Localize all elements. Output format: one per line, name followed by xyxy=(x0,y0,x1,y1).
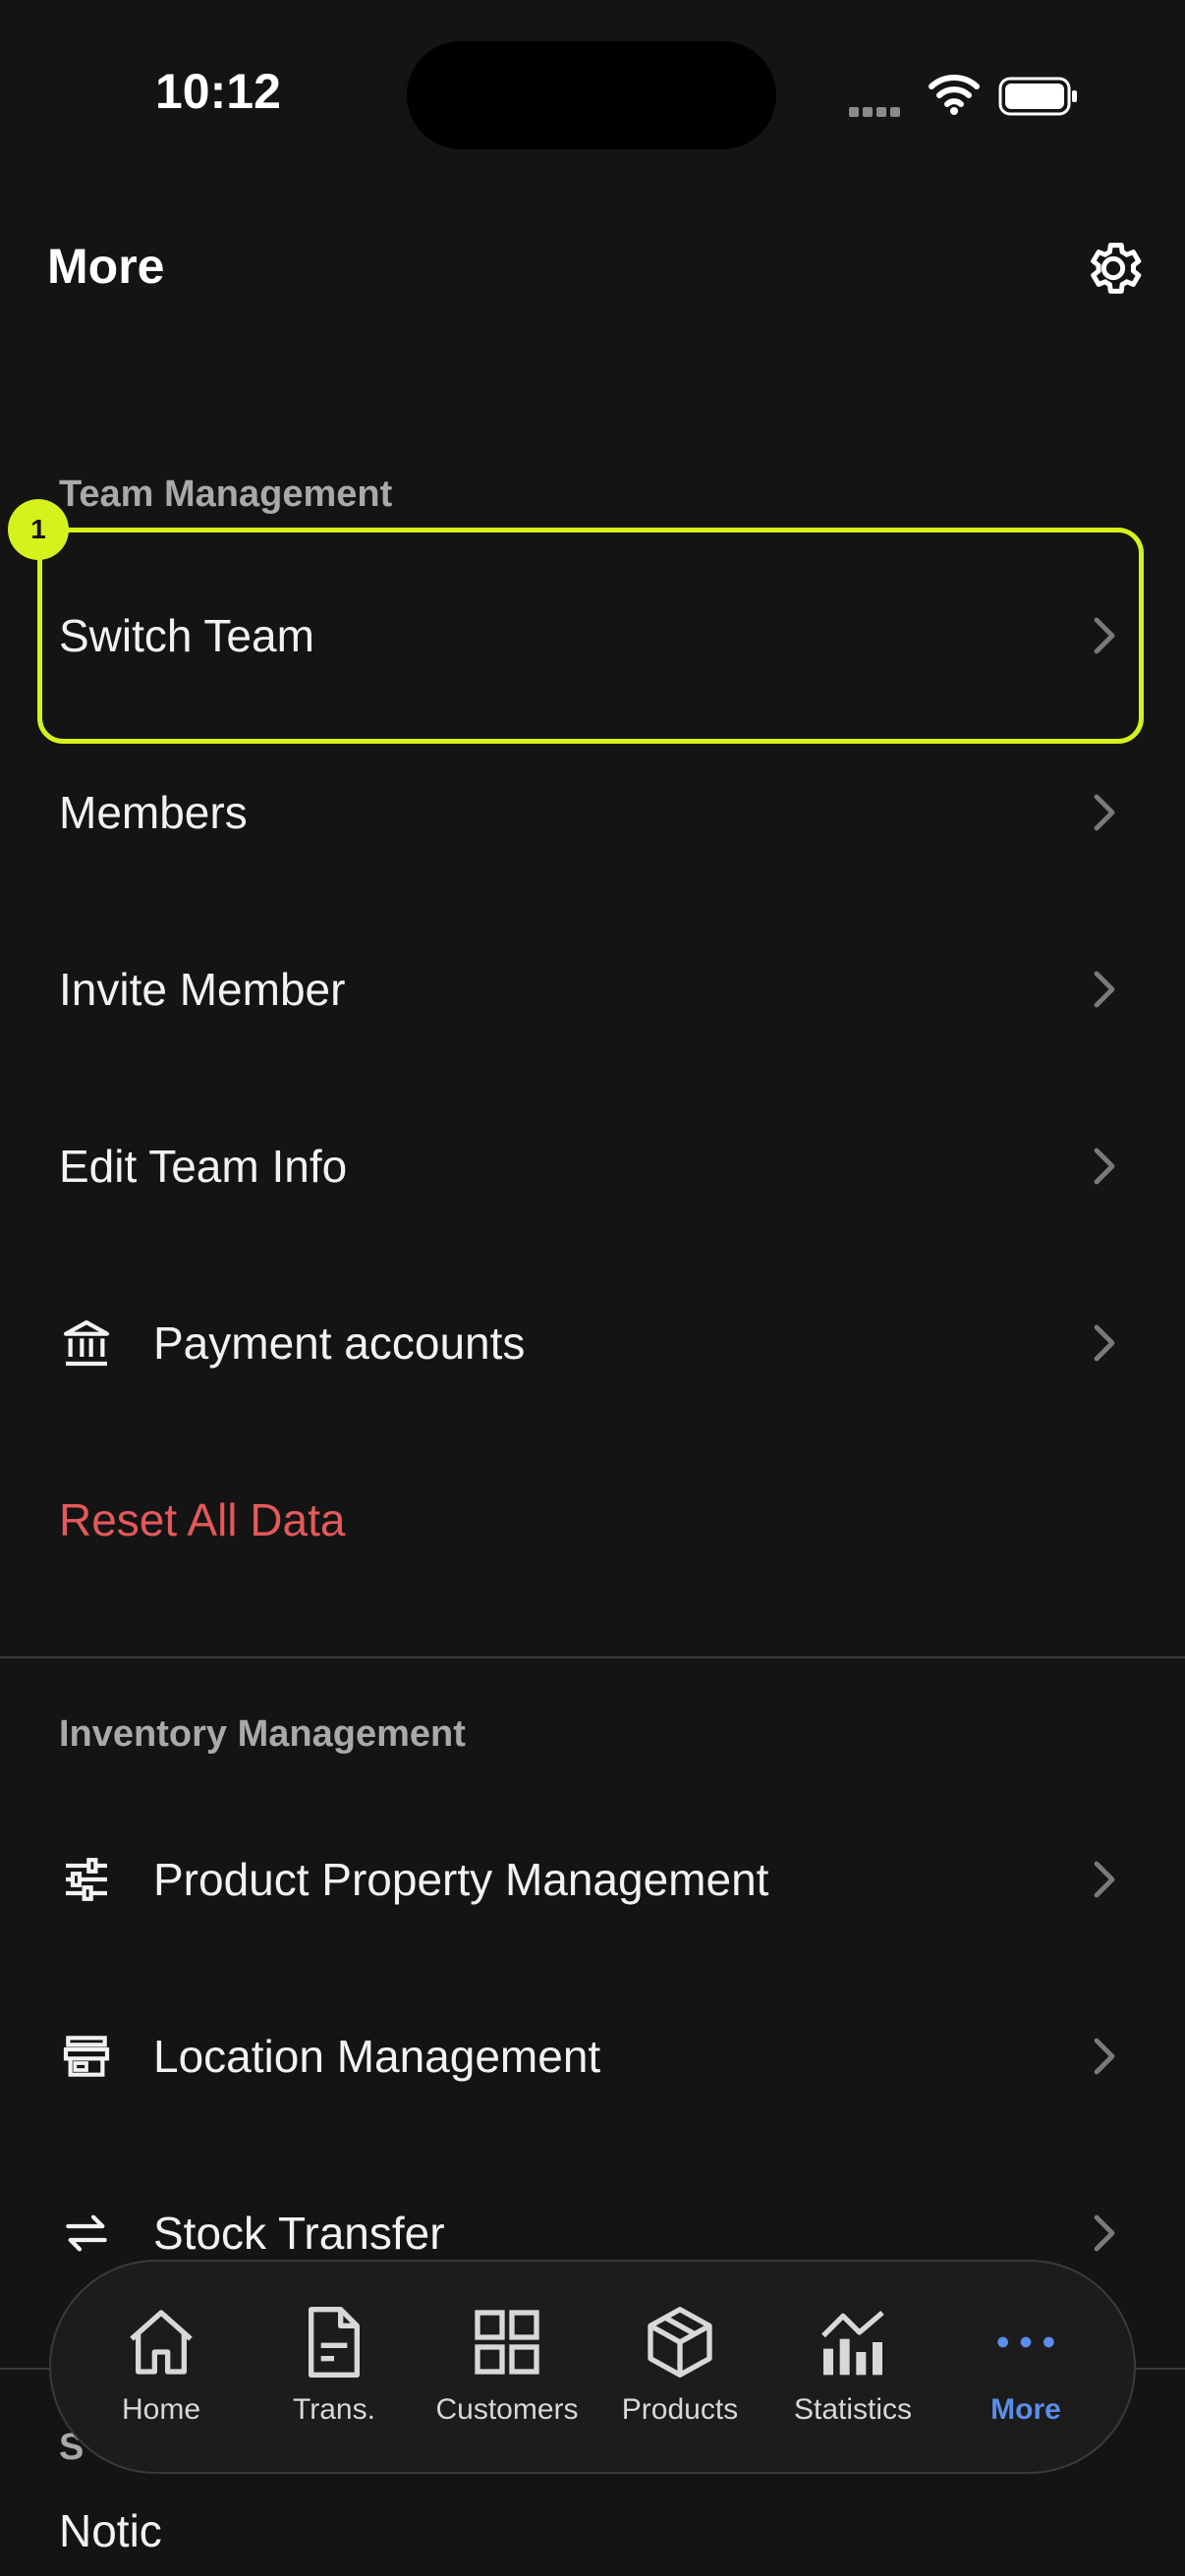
status-time: 10:12 xyxy=(155,64,281,119)
menu-item-label: Payment accounts xyxy=(153,1317,526,1369)
wifi-icon xyxy=(929,75,980,115)
menu-item-product-property-management[interactable]: Product Property Management xyxy=(0,1791,1185,1968)
menu-item-label: Stock Transfer xyxy=(153,2208,445,2259)
sliders-icon xyxy=(66,1858,107,1901)
menu-item-members[interactable]: Members xyxy=(0,724,1185,901)
transfer-arrows-icon xyxy=(66,2214,107,2252)
menu-item-label: Reset All Data xyxy=(59,1494,346,1545)
tab-statistics[interactable]: Statistics xyxy=(766,2262,939,2472)
section-title-team-management: Team Management xyxy=(59,474,393,515)
home-icon xyxy=(130,2310,193,2375)
chevron-right-icon xyxy=(1094,1324,1115,1362)
menu-item-label: Edit Team Info xyxy=(59,1141,348,1192)
menu-item-label: Switch Team xyxy=(59,610,314,661)
chevron-right-icon xyxy=(1094,2038,1115,2075)
dynamic-island xyxy=(407,41,776,149)
menu-item-location-management[interactable]: Location Management xyxy=(0,1968,1185,2145)
more-dots-icon xyxy=(997,2336,1054,2348)
page-header: More xyxy=(0,216,1185,324)
menu-item-invite-member[interactable]: Invite Member xyxy=(0,901,1185,1078)
chevron-right-icon xyxy=(1094,2214,1115,2252)
tab-home[interactable]: Home xyxy=(75,2262,248,2472)
tab-label: Trans. xyxy=(293,2393,375,2426)
menu-item-edit-team-info[interactable]: Edit Team Info xyxy=(0,1078,1185,1255)
chevron-right-icon xyxy=(1094,1861,1115,1898)
page-title: More xyxy=(47,239,165,294)
tab-label: Customers xyxy=(435,2393,579,2426)
storefront-icon xyxy=(63,2036,110,2077)
tab-products[interactable]: Products xyxy=(593,2262,766,2472)
menu-item-partial[interactable]: Notic xyxy=(0,2486,1185,2576)
tab-label: More xyxy=(990,2393,1061,2426)
tab-customers[interactable]: Customers xyxy=(421,2262,593,2472)
battery-icon xyxy=(998,77,1077,116)
tab-more[interactable]: More xyxy=(939,2262,1112,2472)
tab-label: Home xyxy=(121,2393,201,2426)
tab-label: Statistics xyxy=(793,2393,913,2426)
tab-label: Products xyxy=(621,2393,739,2426)
section-divider xyxy=(0,1656,1185,1658)
menu-item-switch-team[interactable]: Switch Team xyxy=(0,547,1185,724)
menu-item-label: Invite Member xyxy=(59,964,346,1015)
box-icon xyxy=(648,2307,712,2378)
chevron-right-icon xyxy=(1094,971,1115,1008)
menu-item-payment-accounts[interactable]: Payment accounts xyxy=(0,1255,1185,1431)
section-title-inventory-management: Inventory Management xyxy=(59,1713,466,1755)
chevron-right-icon xyxy=(1094,794,1115,831)
chevron-right-icon xyxy=(1094,1148,1115,1185)
menu-item-label: Notic xyxy=(59,2505,162,2556)
document-icon xyxy=(309,2307,360,2378)
bank-icon xyxy=(63,1319,110,1367)
menu-item-label: Members xyxy=(59,787,248,838)
menu-item-label: Location Management xyxy=(153,2031,601,2082)
menu-item-reset-all-data[interactable]: Reset All Data xyxy=(0,1431,1185,1608)
grid-icon xyxy=(475,2310,539,2375)
tab-trans[interactable]: Trans. xyxy=(248,2262,421,2472)
status-bar: 10:12 xyxy=(0,0,1185,187)
menu-item-label: Product Property Management xyxy=(153,1854,769,1905)
chart-icon xyxy=(821,2310,884,2376)
gear-icon[interactable] xyxy=(1081,236,1146,301)
highlight-badge: 1 xyxy=(8,499,69,560)
chevron-right-icon xyxy=(1094,617,1115,654)
bottom-tab-bar: Home Trans. Customers Products Statistic… xyxy=(49,2260,1136,2474)
cellular-signal-icon xyxy=(849,104,904,122)
